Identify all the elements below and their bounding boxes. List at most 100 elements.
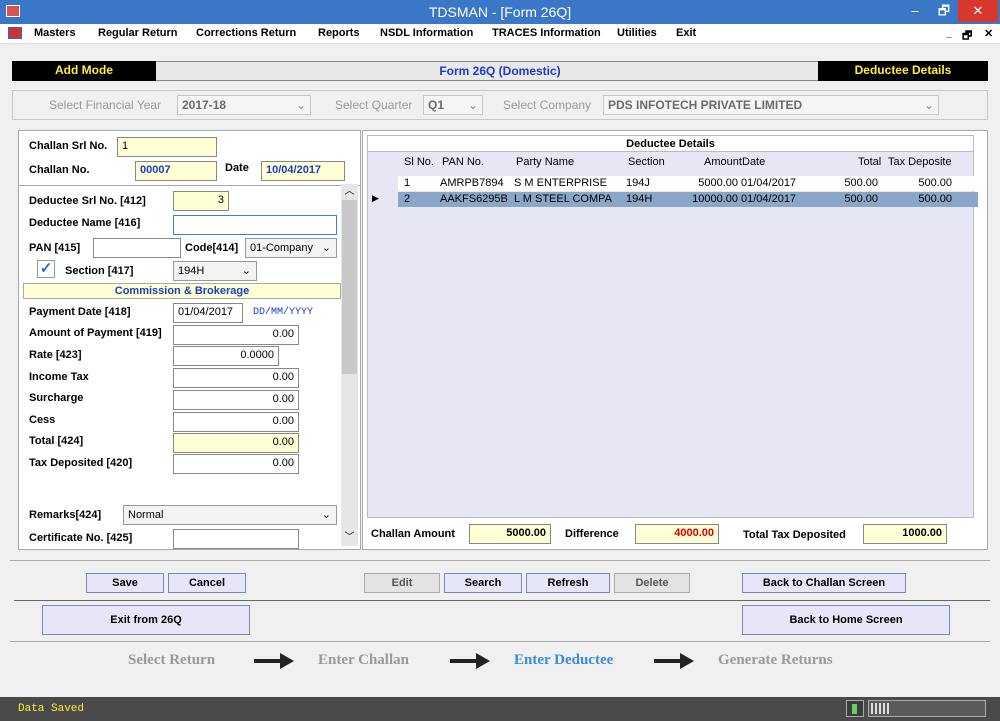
total-input[interactable]: 0.00: [173, 433, 299, 453]
grid-col-total: Total: [858, 156, 882, 168]
challan-no-label: Challan No.: [29, 164, 90, 176]
checkmark-icon[interactable]: ✓: [37, 260, 55, 278]
restore-button[interactable]: 🗗: [930, 0, 958, 22]
remarks-select[interactable]: Normal ⌄: [123, 505, 337, 525]
tax-deposited-input[interactable]: 0.00: [173, 454, 299, 474]
date-format-hint: DD/MM/YYYY: [253, 307, 314, 318]
section-indicator: Deductee Details: [818, 61, 988, 81]
menu-reports[interactable]: Reports: [318, 27, 360, 39]
company-select[interactable]: PDS INFOTECH PRIVATE LIMITED ⌄: [603, 95, 939, 115]
total-tax-deposited-value: 1000.00: [863, 524, 947, 544]
menu-nsdl-information[interactable]: NSDL Information: [380, 27, 473, 39]
income-tax-label: Income Tax: [29, 371, 89, 383]
cess-input[interactable]: 0.00: [173, 412, 299, 432]
pan-label: PAN [415]: [29, 242, 81, 254]
surcharge-input[interactable]: 0.00: [173, 390, 299, 410]
mdi-close-button[interactable]: ✕: [984, 27, 993, 40]
scroll-up-icon[interactable]: ︿: [341, 184, 358, 200]
exit-26q-button[interactable]: Exit from 26Q: [42, 605, 250, 635]
amount-input[interactable]: 0.00: [173, 325, 299, 345]
arrow-right-icon: [254, 653, 294, 669]
divider: [14, 600, 990, 601]
payment-date-input[interactable]: 01/04/2017: [173, 303, 243, 323]
minimize-button[interactable]: –: [900, 0, 930, 22]
table-row[interactable]: 1 AMRPB7894 S M ENTERPRISE 194J 5000.00 …: [398, 176, 978, 191]
mdi-restore-button[interactable]: 🗗: [962, 27, 972, 46]
surcharge-label: Surcharge: [29, 392, 84, 404]
rate-label: Rate [423]: [29, 349, 82, 361]
deductee-name-input[interactable]: [173, 215, 337, 235]
close-button[interactable]: ✕: [958, 0, 998, 22]
menu-regular-return[interactable]: Regular Return: [98, 27, 177, 39]
grid-col-amount: Amount: [704, 156, 742, 168]
edit-button[interactable]: Edit: [364, 573, 440, 593]
chevron-down-icon: ⌄: [295, 98, 306, 112]
menu-traces-information[interactable]: TRACES Information: [492, 27, 601, 39]
divider: [19, 185, 360, 186]
code-select[interactable]: 01-Company ⌄: [245, 238, 337, 258]
amount-label: Amount of Payment [419]: [29, 327, 162, 339]
search-button[interactable]: Search: [444, 573, 522, 593]
challan-srl-label: Challan Srl No.: [29, 140, 108, 152]
save-button[interactable]: Save: [86, 573, 164, 593]
delete-button[interactable]: Delete: [614, 573, 690, 593]
mdi-minimize-button[interactable]: _: [946, 27, 952, 39]
certificate-input[interactable]: [173, 529, 299, 549]
refresh-button[interactable]: Refresh: [526, 573, 610, 593]
pan-input[interactable]: [93, 238, 181, 258]
status-bar: Data Saved: [0, 697, 1000, 721]
financial-year-select[interactable]: 2017-18 ⌄: [177, 95, 311, 115]
quarter-select[interactable]: Q1 ⌄: [423, 95, 483, 115]
income-tax-input[interactable]: 0.00: [173, 368, 299, 388]
menu-utilities[interactable]: Utilities: [617, 27, 657, 39]
date-label: Date: [225, 162, 249, 174]
difference-value: 4000.00: [635, 524, 719, 544]
arrow-right-icon: [654, 653, 694, 669]
mode-indicator: Add Mode: [12, 61, 156, 81]
step-select-return: Select Return: [128, 652, 216, 668]
row-pointer-icon: ▶: [372, 193, 379, 203]
arrow-right-icon: [450, 653, 490, 669]
grid-col-party: Party Name: [516, 156, 575, 168]
challan-no-input[interactable]: 00007: [135, 161, 217, 181]
section-select[interactable]: 194H ⌄: [173, 261, 257, 281]
rate-input[interactable]: 0.0000: [173, 346, 279, 366]
window-title: TDSMAN - [Form 26Q]: [428, 4, 572, 20]
form-scrollbar[interactable]: ︿ ﹀: [341, 184, 358, 546]
total-label: Total [424]: [29, 435, 84, 447]
financial-year-label: Select Financial Year: [49, 98, 162, 112]
menu-exit[interactable]: Exit: [676, 27, 696, 39]
remarks-label: Remarks[424]: [29, 509, 102, 521]
table-row[interactable]: 2 AAKFS6295B L M STEEL COMPA 194H 10000.…: [398, 192, 978, 207]
certificate-label: Certificate No. [425]: [29, 532, 133, 544]
quarter-label: Select Quarter: [335, 98, 413, 112]
challan-date-input[interactable]: 10/04/2017: [261, 161, 345, 181]
challan-srl-input[interactable]: 1: [117, 137, 217, 157]
back-to-home-button[interactable]: Back to Home Screen: [742, 605, 950, 635]
company-label: Select Company: [503, 98, 592, 112]
selector-row: Select Financial Year 2017-18 ⌄ Select Qu…: [12, 90, 988, 120]
scroll-down-icon[interactable]: ﹀: [341, 530, 358, 546]
cancel-button[interactable]: Cancel: [168, 573, 246, 593]
step-enter-challan: Enter Challan: [318, 652, 409, 668]
tax-deposited-label: Tax Deposited [420]: [29, 457, 133, 469]
grid-title: Deductee Details: [368, 136, 973, 152]
menu-corrections-return[interactable]: Corrections Return: [196, 27, 296, 39]
deductee-srl-input[interactable]: 3: [173, 191, 229, 211]
cess-label: Cess: [29, 414, 56, 426]
chevron-down-icon: ⌄: [321, 509, 331, 521]
chevron-down-icon: ⌄: [467, 98, 478, 112]
deductee-grid[interactable]: Deductee Details Sl No. PAN No. Party Na…: [367, 135, 978, 518]
status-indicator-icon: [846, 700, 864, 717]
chevron-down-icon: ⌄: [321, 242, 331, 254]
code-label: Code[414]: [185, 242, 239, 254]
deductee-grid-panel: Deductee Details Sl No. PAN No. Party Na…: [362, 130, 988, 550]
scroll-thumb[interactable]: [342, 200, 357, 374]
menu-masters[interactable]: Masters: [34, 27, 76, 39]
grid-col-pan: PAN No.: [442, 156, 484, 168]
total-tax-deposited-label: Total Tax Deposited: [743, 529, 846, 541]
step-enter-deductee: Enter Deductee: [514, 652, 614, 668]
mode-bar: Form 26Q (Domestic) Add Mode Deductee De…: [12, 61, 988, 81]
back-to-challan-button[interactable]: Back to Challan Screen: [742, 573, 906, 593]
title-bar: TDSMAN - [Form 26Q] – 🗗 ✕: [0, 0, 1000, 24]
